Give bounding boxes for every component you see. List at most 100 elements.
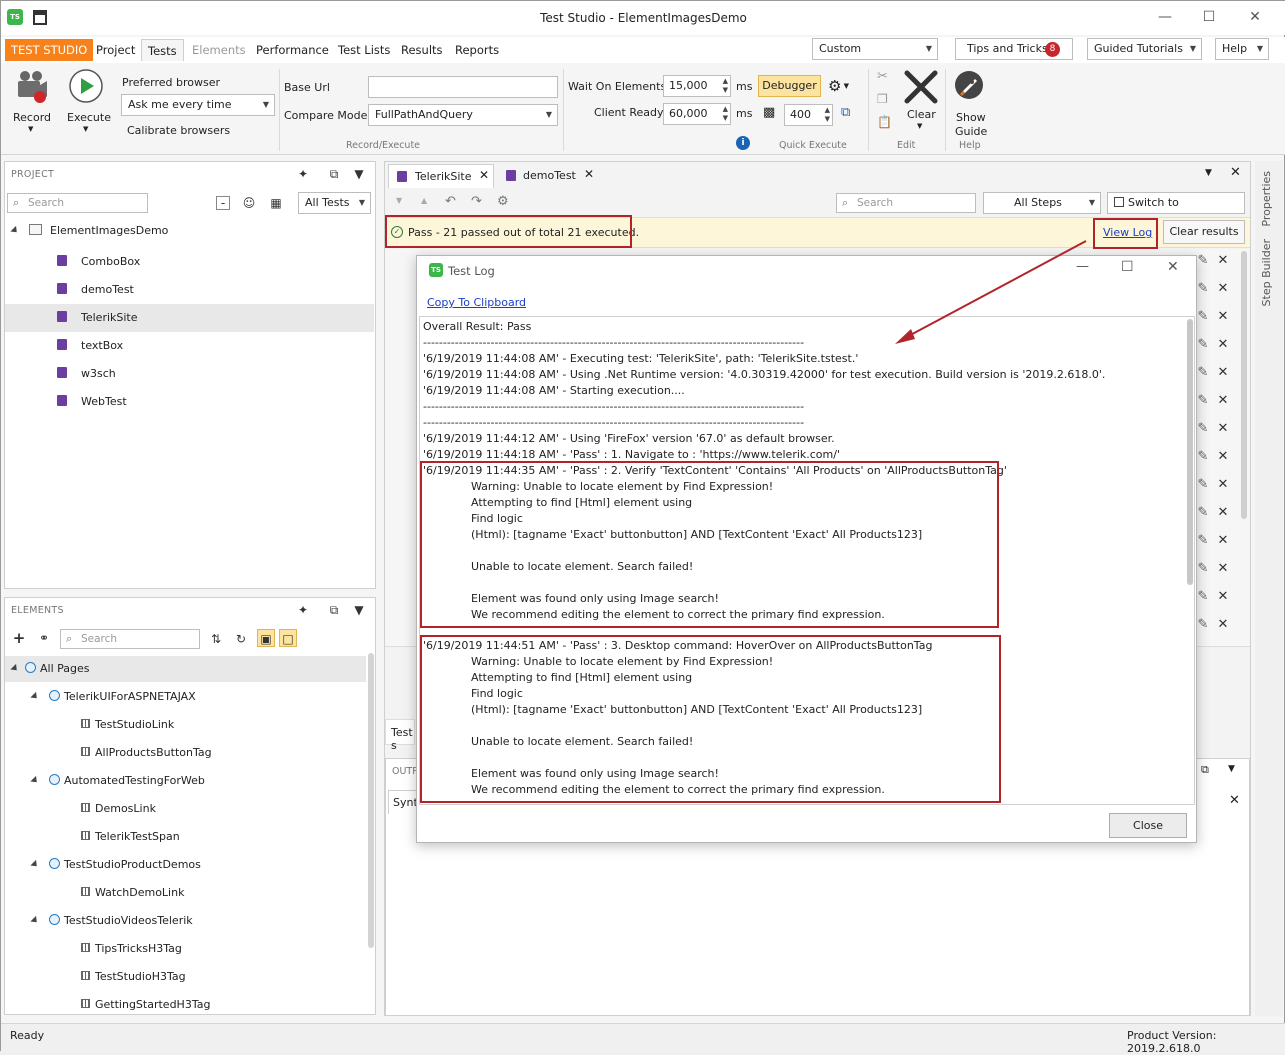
delete-step-icon[interactable]: ✕ [1217, 337, 1229, 352]
show-guide-button[interactable]: Show Guide [949, 69, 989, 139]
lock-icon[interactable]: ▩ [763, 105, 775, 120]
close-editor-icon[interactable]: ✕ [1230, 165, 1241, 180]
execute-button[interactable]: Execute ▼ [64, 67, 111, 139]
edit-step-icon[interactable]: ✎ [1197, 533, 1209, 548]
steps-scrollbar[interactable] [1241, 251, 1247, 519]
side-tab-properties[interactable]: Properties [1260, 171, 1273, 227]
owner-icon[interactable]: ☺ [240, 194, 258, 212]
collapse-icon[interactable] [30, 915, 40, 926]
edit-step-icon[interactable]: ✎ [1197, 561, 1209, 576]
element-item[interactable]: TestStudioLink [81, 714, 174, 736]
close-tab-icon[interactable]: ✕ [584, 167, 594, 181]
preferred-browser-select[interactable]: Ask me every time ▼ [121, 94, 275, 116]
project-root[interactable]: ElementImagesDemo [10, 220, 168, 242]
edit-step-icon[interactable]: ✎ [1197, 281, 1209, 296]
elements-float-icon[interactable]: ⧉ [325, 601, 343, 619]
close-tab-icon[interactable]: ✕ [479, 168, 489, 182]
layout-select[interactable]: Custom ▼ [812, 38, 938, 60]
menu-performance[interactable]: Performance [250, 39, 335, 61]
collapse-icon[interactable] [30, 691, 40, 702]
menu-reports[interactable]: Reports [449, 39, 505, 61]
calibrate-browsers-button[interactable]: Calibrate browsers [127, 124, 230, 137]
sort-icon[interactable]: ⇅ [207, 630, 225, 648]
all-pages-row[interactable]: All Pages [10, 658, 90, 680]
project-search-input[interactable]: ⌕ Search [7, 193, 148, 213]
project-test-item[interactable]: ComboBox [57, 251, 140, 273]
edit-step-icon[interactable]: ✎ [1197, 421, 1209, 436]
record-button[interactable]: Record ▼ [9, 67, 55, 139]
delete-step-icon[interactable]: ✕ [1217, 281, 1229, 296]
spinner-icon[interactable]: ▲ ▼ [723, 77, 728, 95]
delete-step-icon[interactable]: ✕ [1217, 617, 1229, 632]
element-item[interactable]: DemosLink [81, 798, 156, 820]
menu-project[interactable]: Project [90, 39, 141, 61]
redo-icon[interactable]: ↷ [471, 194, 482, 209]
spinner-icon[interactable]: ▲ ▼ [723, 105, 728, 123]
log-scrollbar[interactable] [1187, 319, 1193, 585]
undo-icon[interactable]: ↶ [445, 194, 456, 209]
edit-step-icon[interactable]: ✎ [1197, 253, 1209, 268]
compare-mode-select[interactable]: FullPathAndQuery ▼ [368, 104, 558, 126]
collapse-all-icon[interactable]: - [216, 196, 230, 210]
cut-icon[interactable]: ✂ [877, 69, 888, 84]
project-test-item[interactable]: demoTest [57, 279, 134, 301]
maximize-icon[interactable]: ☐ [1197, 7, 1221, 27]
delete-step-icon[interactable]: ✕ [1217, 449, 1229, 464]
project-float-icon[interactable]: ⧉ [325, 165, 343, 183]
speed-input[interactable]: 400 ▲ ▼ [784, 104, 833, 126]
project-test-item[interactable]: TelerikSite [57, 307, 138, 329]
edit-step-icon[interactable]: ✎ [1197, 617, 1209, 632]
clear-button[interactable]: Clear ▼ [901, 69, 941, 139]
collapse-icon[interactable] [30, 775, 40, 786]
guided-tutorials-select[interactable]: Guided Tutorials ▼ [1087, 38, 1202, 60]
element-item[interactable]: GettingStartedH3Tag [81, 994, 210, 1016]
wait-on-elements-input[interactable]: 15,000 ▲ ▼ [663, 75, 731, 97]
delete-step-icon[interactable]: ✕ [1217, 561, 1229, 576]
paste-icon[interactable]: 📋 [877, 115, 892, 129]
output-pin-icon[interactable]: ▼ [1228, 764, 1235, 774]
test-status-tab[interactable]: Test s [385, 719, 415, 752]
step-settings-icon[interactable]: ⚙ [497, 194, 509, 209]
link-icon[interactable]: ⚭ [35, 629, 53, 647]
project-test-item[interactable]: WebTest [57, 391, 127, 413]
client-ready-input[interactable]: 60,000 ▲ ▼ [663, 103, 731, 125]
close-window-icon[interactable]: ✕ [1243, 7, 1267, 27]
delete-step-icon[interactable]: ✕ [1217, 393, 1229, 408]
delete-step-icon[interactable]: ✕ [1217, 589, 1229, 604]
spinner-icon[interactable]: ▲ ▼ [825, 106, 830, 124]
delete-step-icon[interactable]: ✕ [1217, 253, 1229, 268]
element-item[interactable]: WatchDemoLink [81, 882, 184, 904]
delete-step-icon[interactable]: ✕ [1217, 533, 1229, 548]
copy-to-clipboard-link[interactable]: Copy To Clipboard [427, 296, 526, 309]
elements-search-input[interactable]: ⌕ Search [60, 629, 200, 649]
collapse-icon[interactable] [10, 225, 20, 236]
switch-to-storyboard-button[interactable]: Switch to Storyboard [1107, 192, 1245, 229]
settings-gear-icon[interactable]: ⚙ ▼ [828, 75, 862, 97]
menu-elements[interactable]: Elements [186, 39, 252, 61]
steps-filter-select[interactable]: All Steps ▼ [983, 192, 1101, 214]
dialog-maximize-icon[interactable]: ☐ [1121, 259, 1134, 275]
debugger-toggle[interactable]: Debugger [758, 75, 821, 97]
element-page-row[interactable]: TelerikUIForASPNETAJAX [30, 686, 196, 708]
tab-teleriksite[interactable]: TelerikSite ✕ [388, 164, 494, 188]
delete-step-icon[interactable]: ✕ [1217, 505, 1229, 520]
collapse-icon[interactable] [10, 663, 20, 674]
refresh-icon[interactable]: ↻ [232, 630, 250, 648]
project-test-item[interactable]: textBox [57, 335, 123, 357]
copy-icon[interactable]: ❐ [877, 92, 888, 106]
edit-step-icon[interactable]: ✎ [1197, 309, 1209, 324]
menu-results[interactable]: Results [395, 39, 449, 61]
edit-step-icon[interactable]: ✎ [1197, 393, 1209, 408]
delete-step-icon[interactable]: ✕ [1217, 421, 1229, 436]
edit-step-icon[interactable]: ✎ [1197, 589, 1209, 604]
syntax-tab[interactable]: Synt [388, 790, 418, 814]
help-select[interactable]: Help ▼ [1215, 38, 1269, 60]
view-toggle-2-icon[interactable]: □ [279, 629, 297, 647]
delete-step-icon[interactable]: ✕ [1217, 365, 1229, 380]
side-tab-step-builder[interactable]: Step Builder [1260, 239, 1273, 306]
grid-icon[interactable]: ▦ [267, 194, 285, 212]
close-dialog-button[interactable]: Close [1109, 813, 1187, 838]
move-up-icon[interactable]: ▲ [421, 196, 427, 205]
element-item[interactable]: TelerikTestSpan [81, 826, 180, 848]
dialog-close-icon[interactable]: ✕ [1167, 259, 1179, 275]
